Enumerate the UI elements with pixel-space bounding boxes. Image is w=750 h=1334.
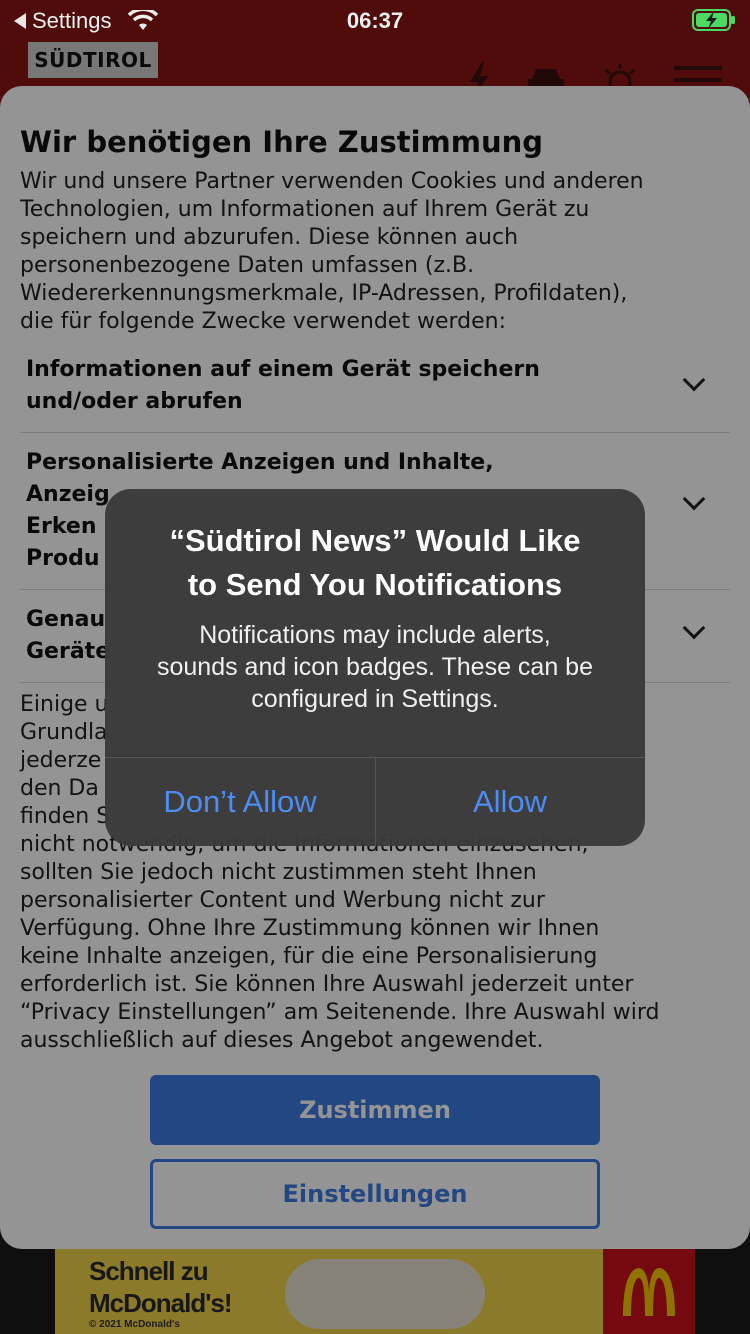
battery-charging-icon xyxy=(692,9,735,31)
allow-button[interactable]: Allow xyxy=(375,758,645,846)
dont-allow-button[interactable]: Don’t Allow xyxy=(105,758,375,846)
alert-message: Notifications may include alerts, sounds… xyxy=(157,621,593,713)
status-time: 06:37 xyxy=(346,8,404,33)
alert-title: “Südtirol News” Would Like to Send You N… xyxy=(169,523,581,602)
notification-permission-alert: “Südtirol News” Would Like to Send You N… xyxy=(105,489,645,846)
status-bar: Settings 06:37 xyxy=(0,0,750,40)
